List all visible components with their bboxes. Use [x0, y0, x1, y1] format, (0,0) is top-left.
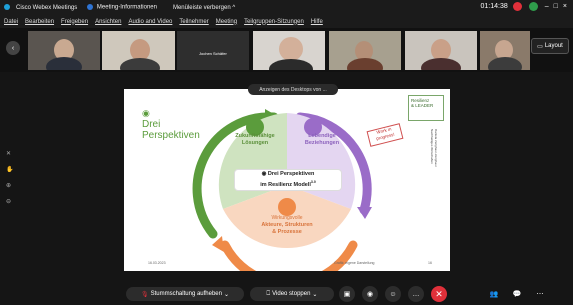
eye-icon: ◉ [142, 108, 150, 118]
participant-video-1[interactable] [28, 31, 100, 70]
security-icon[interactable] [528, 2, 538, 11]
menu-item-participants[interactable]: Teilnehmer [179, 19, 208, 25]
slide-vertical-note: Daniela Zenghaur-Zenghaur Nachhaltiges W… [430, 129, 438, 167]
mic-muted-icon: 🎙 [140, 291, 149, 298]
meeting-toolbar: 🎙 Stummschaltung aufheben ⌄ ⎕ Video stop… [0, 283, 573, 305]
participant-strip: ‹ Jochen Schäfer [0, 28, 573, 72]
unmute-button[interactable]: 🎙 Stummschaltung aufheben ⌄ [126, 287, 244, 301]
record-icon[interactable] [512, 2, 522, 11]
resilienz-logo: Resilienz & LEADER [408, 95, 444, 121]
menu-item-view[interactable]: Ansichten [95, 19, 121, 25]
participants-icon[interactable]: 👥 [486, 286, 502, 302]
chat-icon[interactable]: 💬 [509, 286, 525, 302]
more-panels-icon[interactable]: ⋯ [532, 286, 548, 302]
slide-footer-source: Grafik: eigene Darstellung [334, 261, 375, 265]
scroll-left-button[interactable]: ‹ [6, 41, 20, 55]
participant-video-7[interactable] [480, 31, 530, 70]
slide-page-number: 16 [428, 261, 432, 265]
title-bar: Cisco Webex Meetings Meeting-Information… [0, 0, 573, 15]
info-icon [87, 4, 94, 11]
participant-video-6[interactable] [405, 31, 477, 70]
shared-slide: ◉ Drei Perspektiven Resilienz & LEADER Z… [124, 89, 450, 271]
participant-video-3[interactable]: Jochen Schäfer [177, 31, 249, 70]
reactions-button[interactable]: ☺ [385, 286, 401, 302]
chevron-down-icon: ⌄ [312, 291, 318, 298]
zoom-in-icon[interactable]: ⊕ [6, 182, 22, 189]
menu-item-meeting[interactable]: Meeting [216, 19, 237, 25]
more-options-button[interactable]: … [408, 286, 424, 302]
minimize-button[interactable]: – [545, 3, 549, 10]
participant-name: Jochen Schäfer [199, 51, 227, 56]
participant-video-2[interactable] [102, 31, 175, 70]
hand-icon[interactable]: ✋ [6, 166, 22, 173]
share-button[interactable]: ▣ [339, 286, 355, 302]
actors-icon [278, 198, 296, 216]
sector-actors-label: Akteure, Strukturen & Prozesse [261, 222, 313, 235]
slide-footer-date: 16.03.2023 [148, 261, 166, 265]
center-label: ◉ Drei Perspektiven im Resilienz Modell3… [234, 169, 342, 191]
leave-button[interactable]: ✕ [431, 286, 447, 302]
maximize-button[interactable]: □ [554, 3, 558, 10]
menu-item-help[interactable]: Hilfe [311, 19, 323, 25]
stop-video-button[interactable]: ⎕ Video stoppen ⌄ [250, 287, 334, 301]
menu-bar: Datei Bearbeiten Freigeben Ansichten Aud… [0, 15, 573, 28]
layout-icon: ▭ [537, 43, 543, 50]
desktop-share-banner[interactable]: Anzeigen des Desktops von ... [248, 84, 338, 95]
menu-item-edit[interactable]: Bearbeiten [25, 19, 54, 25]
menu-item-file[interactable]: Datei [4, 19, 18, 25]
app-title: Cisco Webex Meetings [16, 4, 78, 11]
layout-button[interactable]: ▭ Layout [531, 38, 569, 54]
video-icon: ⎕ [266, 290, 271, 297]
sector-relations-label: Lebendige Beziehungen [304, 133, 340, 146]
participant-video-4[interactable] [253, 31, 325, 70]
sector-actors-top: Wirkungsvolle [271, 215, 303, 221]
menu-item-share[interactable]: Freigeben [61, 19, 88, 25]
meeting-timer: 01:14:38 [480, 3, 508, 10]
slide-title: ◉ Drei Perspektiven [142, 108, 200, 141]
hide-menu-button[interactable]: Menüleiste verbergen ^ [173, 5, 235, 11]
zoom-out-icon[interactable]: ⊖ [6, 198, 22, 205]
side-toolbar: ✕ ✋ ⊕ ⊖ [6, 150, 22, 214]
mic-off-icon[interactable]: ✕ [6, 150, 22, 157]
meeting-info-button[interactable]: Meeting-Informationen [87, 4, 157, 11]
close-button[interactable]: × [563, 3, 567, 10]
menu-item-audio-video[interactable]: Audio and Video [128, 19, 172, 25]
record-button[interactable]: ◉ [362, 286, 378, 302]
chevron-down-icon: ⌄ [223, 291, 230, 298]
app-logo-icon [4, 4, 12, 11]
menu-item-breakout[interactable]: Teilgruppen-Sitzungen [244, 19, 304, 25]
participant-video-5[interactable] [329, 31, 401, 70]
sector-solutions-label: Zukunftsfähige Lösungen [235, 133, 275, 146]
